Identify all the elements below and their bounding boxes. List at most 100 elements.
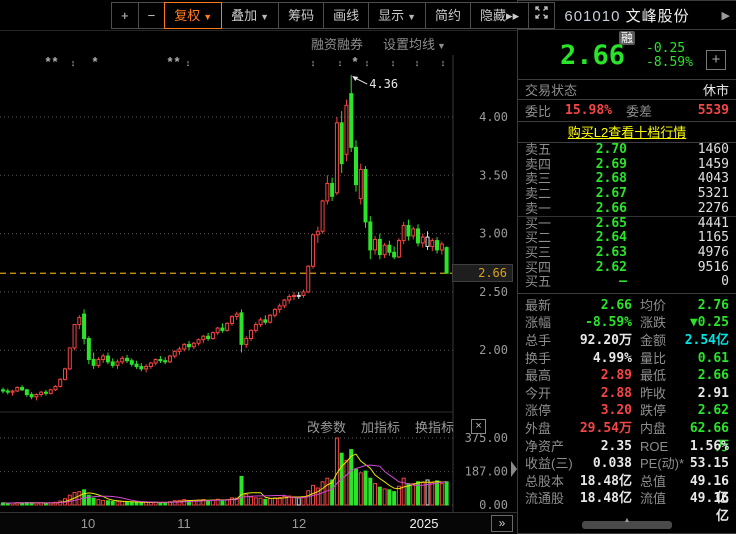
candle-body <box>330 182 335 197</box>
chip-distribution-button[interactable]: 筹码 <box>278 2 325 29</box>
close-indicator-icon[interactable]: × <box>471 419 487 434</box>
weibi-row: 委比 15.98% 委差 5539 <box>518 100 736 121</box>
ask-row[interactable]: 卖一 2.66 2276 <box>518 200 736 217</box>
time-axis-label: 12 <box>291 516 307 531</box>
candle-body <box>291 294 296 298</box>
candle-body <box>187 343 192 348</box>
stat-value: ▼0.25 <box>689 315 729 331</box>
candle-body <box>258 319 263 326</box>
candle-body <box>215 327 220 334</box>
volume-bar <box>358 472 363 506</box>
stat-row: 涨幅 -8.59% 涨跌 ▼0.25 <box>518 314 736 332</box>
margin-trading-link[interactable]: 融资融券 <box>311 34 363 53</box>
stock-name: 文峰股份 <box>625 7 690 25</box>
volume-bar <box>139 502 144 506</box>
volume-bar <box>43 502 48 506</box>
candle-body <box>15 387 20 392</box>
volume-bar <box>120 501 125 506</box>
hide-button[interactable]: 隐藏▸▸ <box>470 2 530 29</box>
candle-body <box>39 391 44 396</box>
volume-bar <box>263 498 268 506</box>
last-price: 2.66 <box>560 40 626 71</box>
stat-row: 外盘 29.54万 内盘 62.66万 <box>518 420 736 454</box>
stat-label: 收益(三) <box>525 456 573 472</box>
event-arrow-marker: ↕ <box>186 58 191 68</box>
stat-row: 收益(三) 0.038 PE(动)* 53.15 <box>518 455 736 473</box>
chart-panel: + − 复权 ▼ 叠加 ▼ 筹码 画线 显示 ▼ 简约 隐藏▸▸ 融资融券 设置均线 ▼ 4.00 3.5… <box>0 0 556 534</box>
event-arrow-marker: ↕ <box>338 58 343 68</box>
candle-body <box>373 238 378 251</box>
change-percent: -8.59% <box>646 55 693 70</box>
candle-body <box>172 350 177 357</box>
ask-row[interactable]: 卖四 2.69 1459 <box>518 157 736 173</box>
candle-body <box>77 317 82 326</box>
candle-body <box>177 348 182 352</box>
fuquan-adjust-button[interactable]: 复权 ▼ <box>164 2 223 29</box>
stat-row: 最高 2.89 最低 2.66 <box>518 367 736 385</box>
candle-body <box>339 122 344 165</box>
event-arrow-marker: ↕ <box>71 58 76 68</box>
add-indicator-link[interactable]: 加指标 <box>361 417 400 436</box>
weibi-value: 15.98% <box>565 103 612 118</box>
buy-l2-link[interactable]: 购买L2查看十档行情 <box>568 125 686 140</box>
event-arrow-marker: ↕ <box>391 58 396 68</box>
display-button[interactable]: 显示 ▼ <box>368 2 427 29</box>
candle-body <box>439 243 444 251</box>
stat-label: 涨停 <box>525 403 552 419</box>
candle-body <box>420 236 425 244</box>
peak-annotation-label: 4.36 <box>369 77 398 91</box>
candle-body <box>220 327 225 331</box>
simple-mode-button[interactable]: 简约 <box>425 2 472 29</box>
fullscreen-button[interactable] <box>528 2 556 29</box>
overlay-button[interactable]: 叠加 ▼ <box>221 2 280 29</box>
price-axis-label: 3.50 <box>479 168 508 182</box>
stat-label: 今开 <box>525 385 552 401</box>
chart-toolbar: + − 复权 ▼ 叠加 ▼ 筹码 画线 显示 ▼ 简约 隐藏▸▸ <box>111 2 556 29</box>
ask-row[interactable]: 卖二 2.67 5321 <box>518 186 736 202</box>
bid-row[interactable]: 买二 2.64 1165 <box>518 230 736 246</box>
candle-body <box>67 347 72 370</box>
candle-body <box>191 342 196 348</box>
bid-row[interactable]: 买四 2.62 9516 <box>518 260 736 276</box>
volume-bar <box>368 477 373 506</box>
candle-body <box>20 387 25 391</box>
next-stock-arrow-icon[interactable]: ▶ <box>716 9 730 22</box>
candle-body <box>163 360 168 363</box>
level-label: 卖五 <box>525 142 552 157</box>
volume-bar <box>172 500 177 506</box>
stat-row: 换手 4.99% 量比 0.61 <box>518 350 736 368</box>
candle-body <box>125 357 130 362</box>
candle-body <box>272 308 277 316</box>
candle-body <box>105 355 110 363</box>
event-arrow-marker: ↕ <box>441 58 446 68</box>
change-params-link[interactable]: 改参数 <box>307 417 346 436</box>
scroll-forward-button[interactable]: » <box>491 515 513 532</box>
zoom-in-button[interactable]: + <box>111 2 139 29</box>
switch-indicator-link[interactable]: 换指标 <box>415 417 454 436</box>
level-quantity: 1165 <box>697 230 729 246</box>
bid-row[interactable]: 买一 2.65 4441 <box>518 216 736 231</box>
add-to-watchlist-button[interactable]: + <box>706 50 726 70</box>
volume-bar <box>249 496 254 506</box>
volume-bar <box>163 502 168 506</box>
candle-body <box>229 315 234 324</box>
bid-row[interactable]: 买三 2.63 4976 <box>518 245 736 261</box>
volume-bar <box>110 500 115 506</box>
panel-scroll-handle[interactable]: ▲ <box>582 517 672 529</box>
candle-body <box>58 378 63 387</box>
zoom-out-button[interactable]: − <box>137 2 166 29</box>
ask-row[interactable]: 卖五 2.70 1460 <box>518 142 736 158</box>
candle-body <box>382 244 387 256</box>
bid-row[interactable]: 买五 — 0 <box>518 274 736 290</box>
level-price: 2.66 <box>595 200 627 216</box>
ask-row[interactable]: 卖三 2.68 4043 <box>518 172 736 187</box>
volume-bar <box>253 497 258 506</box>
ma-setting-dropdown[interactable]: 设置均线 ▼ <box>383 34 446 53</box>
stat-row: 今开 2.88 昨收 2.91 <box>518 385 736 403</box>
level-quantity: 5321 <box>697 186 729 202</box>
stat-value: 2.66 <box>600 297 632 313</box>
volume-bar <box>134 501 139 506</box>
candle-body <box>72 324 77 349</box>
stock-app-window: + − 复权 ▼ 叠加 ▼ 筹码 画线 显示 ▼ 简约 隐藏▸▸ 融资融券 设置均线 ▼ 4.00 3.5… <box>0 0 736 534</box>
draw-line-button[interactable]: 画线 <box>323 2 370 29</box>
